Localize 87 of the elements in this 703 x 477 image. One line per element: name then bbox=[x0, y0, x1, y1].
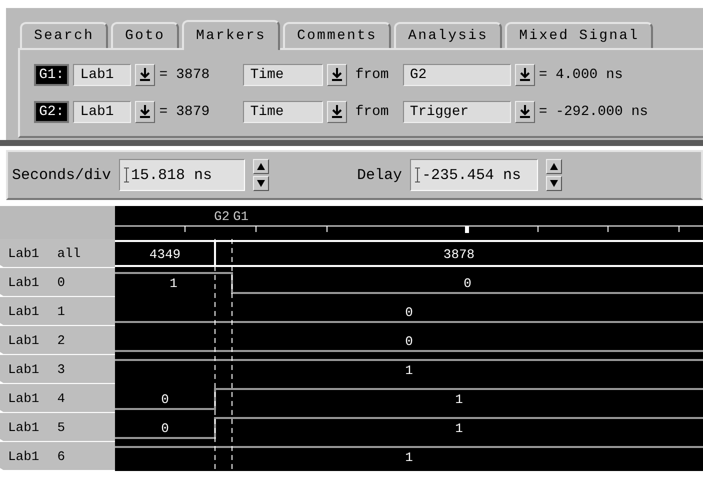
text-cursor-icon bbox=[415, 167, 420, 183]
channel-label-cell[interactable]: Lab1 2 bbox=[0, 326, 115, 355]
dropdown-button[interactable] bbox=[135, 100, 156, 122]
channel-bit: 4 bbox=[57, 390, 66, 406]
down-arrow-icon bbox=[332, 105, 342, 118]
signal-value: 0 bbox=[161, 392, 169, 407]
delay-field[interactable]: -235.454 ns bbox=[410, 159, 538, 191]
signal-edge bbox=[214, 417, 216, 439]
up-triangle-icon bbox=[550, 163, 558, 170]
channel-label-cell[interactable]: Lab1 4 bbox=[0, 384, 115, 413]
text-cursor-icon bbox=[124, 167, 130, 183]
tab[interactable]: Goto bbox=[111, 22, 180, 48]
mode-dropdown[interactable]: Time bbox=[243, 64, 324, 86]
dropdown-button[interactable] bbox=[514, 64, 535, 86]
marker-badge: G1: bbox=[34, 64, 70, 86]
channel-name: Lab1 bbox=[8, 390, 40, 406]
signal-value: 0 bbox=[405, 305, 413, 320]
channel-name: Lab1 bbox=[8, 332, 40, 348]
from-label: from bbox=[355, 66, 389, 82]
channel-name: Lab1 bbox=[8, 420, 40, 434]
signal-value: 4349 bbox=[149, 247, 181, 262]
label-dropdown[interactable]: Lab1 bbox=[73, 64, 132, 86]
tab[interactable]: Analysis bbox=[394, 22, 502, 48]
down-arrow-icon bbox=[520, 105, 530, 118]
channel-name: Lab1 bbox=[8, 362, 40, 376]
marker-time-reading: = 4.000 ns bbox=[538, 66, 623, 82]
channel-label-cell[interactable]: Lab1 6 bbox=[0, 442, 115, 471]
dropdown-button[interactable] bbox=[327, 64, 348, 86]
reference-dropdown[interactable]: Trigger bbox=[402, 100, 511, 122]
channel-bit: 6 bbox=[57, 448, 66, 464]
signal-value: 1 bbox=[170, 276, 178, 291]
signal-value: 0 bbox=[464, 276, 472, 291]
mode-dropdown[interactable]: Time bbox=[243, 100, 324, 122]
signal-value: 1 bbox=[405, 363, 413, 378]
marker-label: G1 bbox=[233, 209, 249, 224]
marker-time-reading: = -292.000 ns bbox=[538, 104, 648, 120]
signal-value: 1 bbox=[455, 392, 463, 407]
signal-value: 3878 bbox=[443, 247, 475, 262]
channel-name: Lab1 bbox=[8, 448, 40, 464]
tab[interactable]: Markers bbox=[182, 20, 280, 50]
signal-value: 1 bbox=[405, 450, 413, 465]
label-dropdown[interactable]: Lab1 bbox=[73, 100, 132, 122]
from-label: from bbox=[355, 104, 389, 120]
channel-bit: 0 bbox=[57, 274, 66, 290]
channel-bit: all bbox=[57, 246, 81, 260]
signal-value: 1 bbox=[455, 421, 463, 436]
increment-button[interactable] bbox=[546, 159, 562, 174]
signal-edge bbox=[214, 388, 216, 410]
reference-dropdown[interactable]: G2 bbox=[402, 64, 511, 86]
channel-name: Lab1 bbox=[8, 246, 40, 260]
channel-name: Lab1 bbox=[8, 274, 40, 290]
channel-label-cell[interactable]: Lab1 3 bbox=[0, 355, 115, 384]
channel-label-cell[interactable]: Lab1 1 bbox=[0, 297, 115, 326]
marker-position: = 3878 bbox=[159, 66, 211, 82]
channel-name: Lab1 bbox=[8, 304, 40, 318]
down-arrow-icon bbox=[140, 105, 150, 118]
down-triangle-icon bbox=[550, 180, 558, 187]
down-arrow-icon bbox=[520, 68, 530, 81]
marker-badge: G2: bbox=[34, 100, 70, 122]
tab[interactable]: Mixed Signal bbox=[505, 22, 654, 48]
dropdown-button[interactable] bbox=[514, 100, 535, 122]
down-arrow-icon bbox=[140, 68, 150, 81]
down-arrow-icon bbox=[332, 68, 342, 81]
marker-label: G2 bbox=[214, 209, 230, 224]
channel-label-cell[interactable]: Lab1 5 bbox=[0, 413, 115, 442]
delay-label: Delay bbox=[357, 166, 402, 184]
seconds-per-div-label: Seconds/div bbox=[12, 166, 112, 184]
signal-value: 0 bbox=[405, 334, 413, 349]
down-triangle-icon bbox=[257, 180, 266, 187]
channel-label-cell[interactable]: Lab1 all bbox=[0, 239, 115, 268]
channel-label-cell[interactable]: Lab1 0 bbox=[0, 268, 115, 297]
up-triangle-icon bbox=[257, 163, 266, 170]
signal-edge bbox=[231, 272, 233, 294]
marker-position: = 3879 bbox=[159, 104, 211, 120]
channel-bit: 3 bbox=[57, 362, 66, 376]
channel-bit: 5 bbox=[57, 420, 66, 434]
decrement-button[interactable] bbox=[253, 176, 270, 191]
decrement-button[interactable] bbox=[546, 176, 562, 191]
signal-value: 0 bbox=[161, 421, 169, 436]
tab[interactable]: Search bbox=[20, 22, 108, 48]
increment-button[interactable] bbox=[253, 159, 270, 174]
tab[interactable]: Comments bbox=[283, 22, 392, 48]
dropdown-button[interactable] bbox=[327, 100, 348, 122]
channel-bit: 1 bbox=[57, 304, 66, 318]
channel-bit: 2 bbox=[57, 332, 66, 348]
dropdown-button[interactable] bbox=[135, 64, 156, 86]
seconds-per-div-field[interactable]: 15.818 ns bbox=[119, 159, 246, 191]
